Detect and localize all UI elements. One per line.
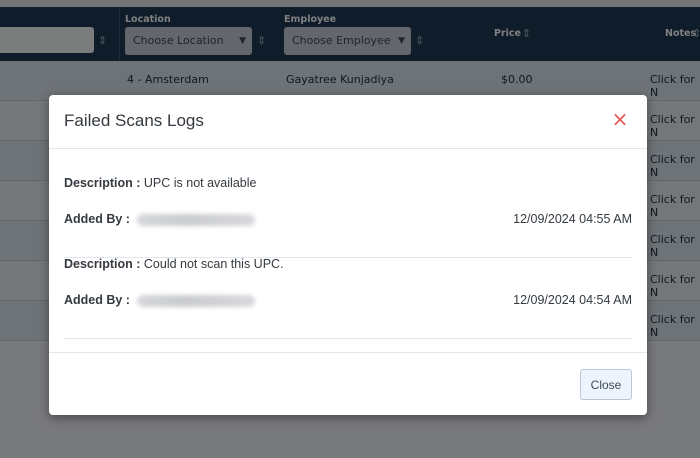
log-timestamp: 12/09/2024 04:54 AM — [513, 293, 632, 307]
added-by-label: Added By : — [64, 212, 130, 226]
failed-scans-modal: Failed Scans Logs × Description : UPC is… — [49, 95, 647, 415]
description-value: UPC is not available — [143, 176, 257, 190]
description-value: Could not scan this UPC. — [143, 257, 284, 271]
close-button[interactable]: Close — [580, 369, 632, 400]
log-timestamp: 12/09/2024 04:55 AM — [513, 212, 632, 226]
log-added-by: Added By : — [64, 293, 256, 307]
modal-header: Failed Scans Logs × — [49, 95, 647, 149]
log-description: Description : Could not scan this UPC. — [64, 257, 284, 271]
log-description: Description : UPC is not available — [64, 176, 256, 190]
log-entry: Description : Could not scan this UPC. A… — [64, 257, 632, 339]
modal-footer: Close — [49, 352, 647, 416]
log-entry: Description : UPC is not available Added… — [64, 176, 632, 258]
added-by-label: Added By : — [64, 293, 130, 307]
description-label: Description : — [64, 257, 141, 271]
close-icon[interactable]: × — [609, 108, 631, 130]
description-label: Description : — [64, 176, 141, 190]
redacted-name — [137, 294, 256, 307]
modal-title: Failed Scans Logs — [64, 111, 204, 130]
log-added-by: Added By : — [64, 212, 256, 226]
redacted-name — [137, 213, 256, 226]
